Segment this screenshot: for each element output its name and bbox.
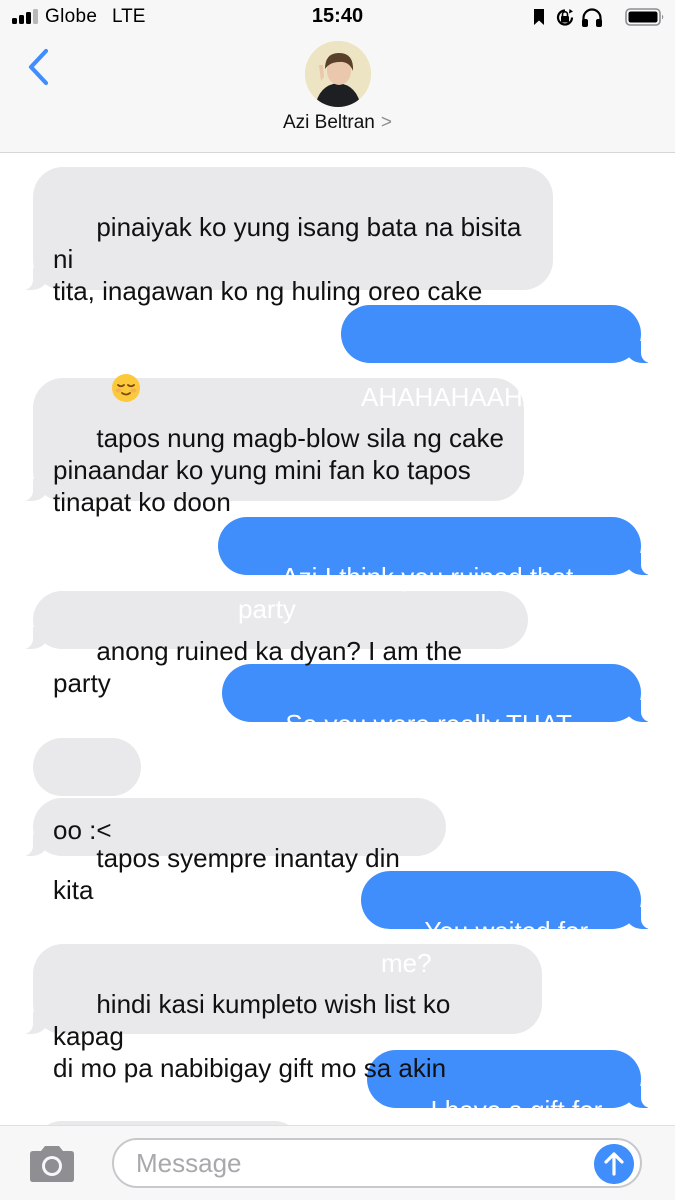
- relieved-face-emoji: [111, 374, 140, 402]
- message-text: tapos syempre inantay din kita: [53, 843, 408, 905]
- status-bar: Globe LTE 15:40: [0, 0, 675, 36]
- status-icons: [525, 6, 665, 28]
- message-text: So you were really THAT bored: [242, 709, 579, 771]
- message-bubble-outgoing[interactable]: So you were really THAT bored: [222, 664, 652, 771]
- message-text: oo :<: [53, 815, 112, 845]
- messages-app: Globe LTE 15:40 Azi Beltran > pinaiyak k…: [0, 0, 675, 1200]
- battery-icon: [625, 8, 664, 26]
- headphones-icon: [582, 8, 602, 27]
- send-arrow-icon[interactable]: [594, 1144, 634, 1184]
- message-thread[interactable]: pinaiyak ko yung isang bata na bisita ni…: [0, 153, 675, 1125]
- message-bubble-outgoing[interactable]: Azi I think you ruined that party: [218, 517, 652, 624]
- message-text: pinaiyak ko yung isang bata na bisita ni…: [53, 212, 522, 306]
- bookmark-icon: [534, 9, 544, 25]
- camera-icon[interactable]: [26, 1144, 78, 1184]
- contact-name: Azi Beltran: [283, 112, 375, 133]
- message-bubble-incoming[interactable]: hindi kasi kumpleto wish list ko kapag d…: [22, 944, 542, 1083]
- composer-bar: [0, 1125, 675, 1200]
- avatar-image: [305, 41, 371, 107]
- message-input[interactable]: [112, 1138, 642, 1188]
- message-bubble-incoming[interactable]: oo :<: [33, 738, 141, 845]
- message-text: AHAHAHAAHAHAHA: [361, 382, 613, 412]
- avatar[interactable]: [305, 41, 371, 107]
- chevron-right-icon: >: [380, 112, 392, 133]
- message-bubble-incoming[interactable]: pinaiyak ko yung isang bata na bisita ni…: [22, 167, 553, 402]
- back-chevron-icon[interactable]: [22, 46, 56, 88]
- orientation-lock-icon: [556, 9, 574, 26]
- contact-name-button[interactable]: Azi Beltran >: [0, 112, 675, 134]
- conversation-header: Globe LTE 15:40 Azi Beltran >: [0, 0, 675, 153]
- message-text: hindi kasi kumpleto wish list ko kapag d…: [53, 989, 451, 1083]
- message-bubble-outgoing[interactable]: You waited for me?: [361, 871, 652, 978]
- message-text: tapos nung magb-blow sila ng cake pinaan…: [53, 423, 504, 517]
- message-text: I have a gift for you: [430, 1095, 603, 1125]
